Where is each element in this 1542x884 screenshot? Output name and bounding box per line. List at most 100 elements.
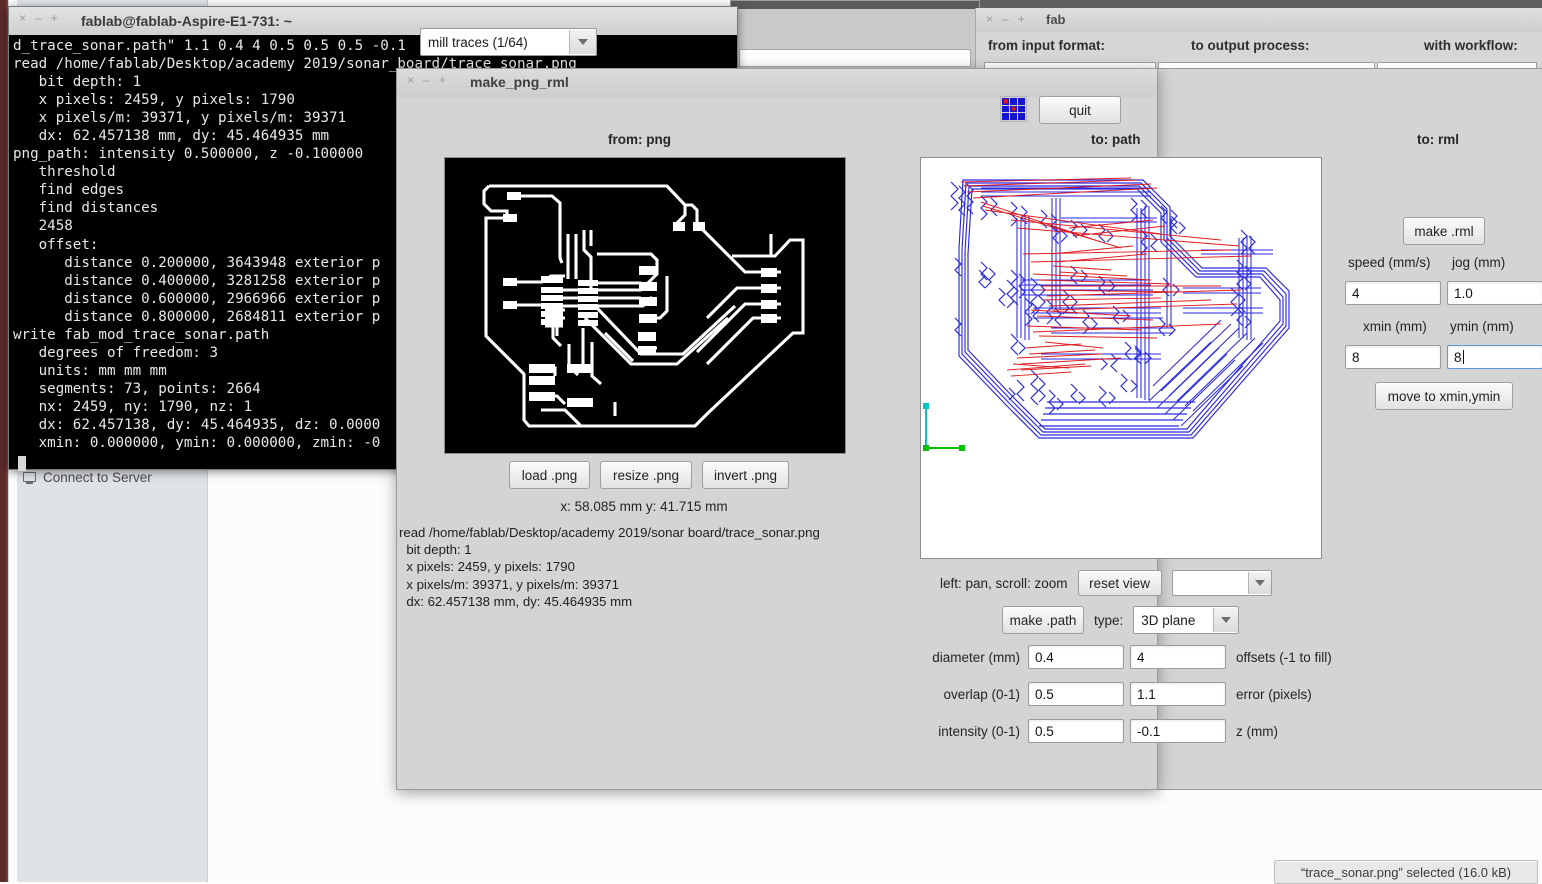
make-rml-label: make .rml <box>1414 223 1474 239</box>
quit-button-label: quit <box>1069 102 1091 118</box>
minimize-icon[interactable]: – <box>35 12 42 24</box>
jog-label: jog (mm) <box>1452 255 1506 270</box>
make-path-label: make .path <box>1009 612 1077 628</box>
reset-view-button[interactable]: reset view <box>1077 570 1162 596</box>
chevron-down-icon[interactable] <box>1213 608 1239 632</box>
maximize-icon[interactable]: + <box>51 12 58 24</box>
invert-png-button[interactable]: invert .png <box>702 461 789 489</box>
background-window-middle[interactable] <box>730 0 980 74</box>
background-window-titlebar <box>731 1 979 9</box>
type-select[interactable]: 3D plane <box>1133 606 1240 634</box>
make-path-row: make .path type: 3D plane <box>1002 606 1240 634</box>
chevron-down-icon[interactable] <box>1247 572 1271 594</box>
process-select-value: mill traces (1/64) <box>428 34 528 50</box>
error-input[interactable]: 1.1 <box>1130 682 1226 706</box>
fab-modules-logo-icon[interactable] <box>1000 96 1027 122</box>
speed-input[interactable]: 4 <box>1345 281 1441 305</box>
load-png-button[interactable]: load .png <box>509 461 590 489</box>
chevron-down-icon[interactable] <box>569 30 596 54</box>
pcb-trace-image <box>445 158 845 453</box>
maximize-icon[interactable]: + <box>1018 13 1025 25</box>
intensity-value: 0.5 <box>1035 723 1054 739</box>
header-from-png: from: png <box>608 132 671 147</box>
status-text: “trace_sonar.png” selected (16.0 kB) <box>1300 864 1512 880</box>
type-select-value: 3D plane <box>1141 612 1196 628</box>
xmin-value: 8 <box>1352 349 1360 365</box>
server-icon <box>22 471 36 485</box>
mod-window-buttons[interactable]: × – + <box>407 74 446 86</box>
error-label: error (pixels) <box>1236 686 1312 702</box>
move-button-label: move to xmin,ymin <box>1387 388 1501 404</box>
xmin-label: xmin (mm) <box>1363 319 1427 334</box>
header-to-path: to: path <box>1091 132 1141 147</box>
fab-titlebar[interactable]: × – + fab <box>976 8 1542 32</box>
fab-window-title: fab <box>1046 12 1066 27</box>
diameter-input[interactable]: 0.4 <box>1028 645 1124 669</box>
xmin-input[interactable]: 8 <box>1345 345 1441 369</box>
z-value: -0.1 <box>1137 723 1161 739</box>
speed-label: speed (mm/s) <box>1348 255 1431 270</box>
intensity-label: intensity (0-1) <box>938 723 1020 739</box>
jog-value: 1.0 <box>1454 285 1473 301</box>
process-select[interactable]: mill traces (1/64) <box>420 28 597 56</box>
param-row-intensity: intensity (0-1) 0.5 -0.1 z (mm) <box>895 718 1278 744</box>
make-rml-button[interactable]: make .rml <box>1403 217 1485 245</box>
z-label: z (mm) <box>1236 723 1278 739</box>
speed-value: 4 <box>1352 285 1360 301</box>
desktop-background: Connect to Server “trace_sonar.png” sele… <box>0 0 1542 884</box>
background-window-field[interactable] <box>739 49 971 67</box>
close-icon[interactable]: × <box>986 13 993 25</box>
offsets-label: offsets (-1 to fill) <box>1236 649 1332 665</box>
z-input[interactable]: -0.1 <box>1130 719 1226 743</box>
sidebar-item-label: Connect to Server <box>43 470 152 485</box>
toolpath-preview-canvas[interactable] <box>920 157 1322 559</box>
terminal-titlebar[interactable]: × – + fablab@fablab-Aspire-E1-731: ~ <box>9 7 737 36</box>
minimize-icon[interactable]: – <box>423 74 430 86</box>
overlap-label: overlap (0-1) <box>943 686 1020 702</box>
resize-png-label: resize .png <box>612 467 680 483</box>
error-value: 1.1 <box>1137 686 1156 702</box>
status-badge: “trace_sonar.png” selected (16.0 kB) <box>1274 860 1538 884</box>
close-icon[interactable]: × <box>407 74 414 86</box>
offsets-input[interactable]: 4 <box>1130 645 1226 669</box>
view-select[interactable] <box>1171 570 1272 596</box>
ymin-label: ymin (mm) <box>1450 319 1514 334</box>
move-to-xmin-ymin-button[interactable]: move to xmin,ymin <box>1375 382 1513 410</box>
fab-window-buttons[interactable]: × – + <box>986 13 1025 25</box>
ymin-input[interactable]: 8 <box>1447 345 1542 369</box>
invert-png-label: invert .png <box>713 467 778 483</box>
overlap-value: 0.5 <box>1035 686 1054 702</box>
minimize-icon[interactable]: – <box>1002 13 1009 25</box>
png-preview-canvas[interactable] <box>444 157 846 454</box>
offsets-value: 4 <box>1137 649 1145 665</box>
mod-titlebar[interactable]: × – + make_png_rml <box>397 69 1157 97</box>
sidebar-item-connect-to-server[interactable]: Connect to Server <box>22 470 152 485</box>
png-action-buttons: load .png resize .png invert .png <box>509 461 799 489</box>
maximize-icon[interactable]: + <box>439 74 446 86</box>
terminal-cursor <box>18 456 26 471</box>
fab-column-headers: from input format: to output process: wi… <box>976 38 1542 58</box>
quit-button[interactable]: quit <box>1039 96 1121 124</box>
mod-window-title: make_png_rml <box>470 74 569 90</box>
png-dimensions-readout: x: 58.085 mm y: 41.715 mm <box>560 499 728 514</box>
close-icon[interactable]: × <box>19 12 26 24</box>
overlap-input[interactable]: 0.5 <box>1028 682 1124 706</box>
fab-header-input-format: from input format: <box>988 38 1105 53</box>
make-path-button[interactable]: make .path <box>1002 606 1084 634</box>
toolpath-view-controls: left: pan, scroll: zoom reset view <box>940 570 1310 596</box>
text-cursor <box>1462 350 1464 364</box>
resize-png-button[interactable]: resize .png <box>600 461 692 489</box>
pan-zoom-hint: left: pan, scroll: zoom <box>940 575 1068 591</box>
intensity-input[interactable]: 0.5 <box>1028 719 1124 743</box>
type-label: type: <box>1094 612 1124 628</box>
png-info-text: read /home/fablab/Desktop/academy 2019/s… <box>399 525 820 609</box>
jog-input[interactable]: 1.0 <box>1447 281 1542 305</box>
param-row-overlap: overlap (0-1) 0.5 1.1 error (pixels) <box>895 681 1312 707</box>
terminal-title: fablab@fablab-Aspire-E1-731: ~ <box>81 13 292 29</box>
diameter-label: diameter (mm) <box>932 649 1020 665</box>
terminal-window-buttons[interactable]: × – + <box>19 12 58 24</box>
fab-header-output-process: to output process: <box>1191 38 1310 53</box>
diameter-value: 0.4 <box>1035 649 1054 665</box>
ymin-value: 8 <box>1454 349 1462 365</box>
fab-header-workflow: with workflow: <box>1424 38 1518 53</box>
